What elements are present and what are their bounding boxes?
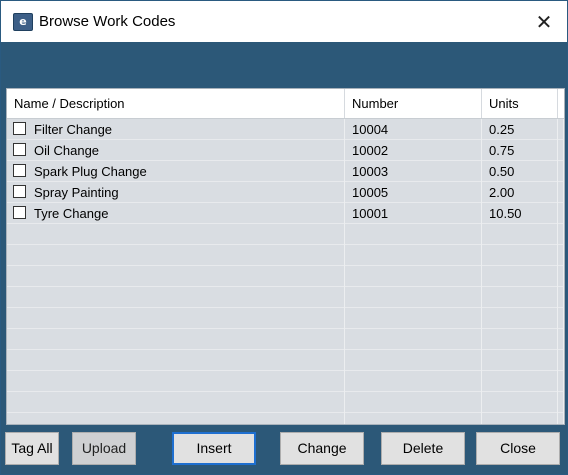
cell-name <box>7 371 345 392</box>
cell-filler <box>558 371 564 392</box>
cell-filler <box>558 245 564 266</box>
cell-name: Filter Change <box>7 119 345 140</box>
cell-number <box>345 308 482 329</box>
cell-number: 10004 <box>345 119 482 140</box>
cell-filler <box>558 140 564 161</box>
cell-filler <box>558 182 564 203</box>
cell-units: 10.50 <box>482 203 558 224</box>
empty-row <box>7 266 564 287</box>
cell-filler <box>558 203 564 224</box>
cell-number: 10003 <box>345 161 482 182</box>
cell-filler <box>558 308 564 329</box>
table-row[interactable]: Tyre Change 10001 10.50 <box>7 203 564 224</box>
cell-name <box>7 245 345 266</box>
window-title: Browse Work Codes <box>39 13 176 30</box>
cell-units: 2.00 <box>482 182 558 203</box>
cell-number <box>345 413 482 424</box>
upload-button[interactable]: Upload <box>72 432 136 465</box>
table-row[interactable]: Spray Painting 10005 2.00 <box>7 182 564 203</box>
empty-row <box>7 413 564 424</box>
cell-number <box>345 350 482 371</box>
cell-units <box>482 413 558 424</box>
delete-button[interactable]: Delete <box>381 432 465 465</box>
app-icon: e <box>13 13 33 31</box>
cell-filler <box>558 119 564 140</box>
cell-number <box>345 224 482 245</box>
empty-row <box>7 245 564 266</box>
empty-row <box>7 329 564 350</box>
cell-filler <box>558 392 564 413</box>
empty-row <box>7 308 564 329</box>
cell-name <box>7 329 345 350</box>
column-header-units[interactable]: Units <box>482 89 558 118</box>
table-row[interactable]: Spark Plug Change 10003 0.50 <box>7 161 564 182</box>
cell-units <box>482 287 558 308</box>
insert-button[interactable]: Insert <box>172 432 256 465</box>
browse-work-codes-window: e Browse Work Codes ✕ Name / Description… <box>0 0 568 475</box>
cell-number <box>345 371 482 392</box>
cell-units: 0.25 <box>482 119 558 140</box>
cell-number <box>345 392 482 413</box>
cell-number <box>345 287 482 308</box>
cell-filler <box>558 161 564 182</box>
cell-name <box>7 287 345 308</box>
close-button[interactable]: Close <box>476 432 560 465</box>
cell-units <box>482 329 558 350</box>
cell-units <box>482 266 558 287</box>
cell-number <box>345 245 482 266</box>
empty-row <box>7 392 564 413</box>
cell-name <box>7 413 345 424</box>
cell-number <box>345 266 482 287</box>
table-row[interactable]: Oil Change 10002 0.75 <box>7 140 564 161</box>
cell-units <box>482 371 558 392</box>
cell-name: Spray Painting <box>7 182 345 203</box>
cell-name <box>7 350 345 371</box>
cell-units <box>482 392 558 413</box>
cell-number: 10005 <box>345 182 482 203</box>
empty-row <box>7 287 564 308</box>
grid-header: Name / Description Number Units <box>7 89 564 119</box>
cell-units <box>482 308 558 329</box>
empty-row <box>7 350 564 371</box>
cell-filler <box>558 266 564 287</box>
cell-units <box>482 245 558 266</box>
column-header-name[interactable]: Name / Description <box>7 89 345 118</box>
cell-units: 0.50 <box>482 161 558 182</box>
cell-name <box>7 266 345 287</box>
cell-units: 0.75 <box>482 140 558 161</box>
close-icon[interactable]: ✕ <box>531 9 557 35</box>
column-header-number[interactable]: Number <box>345 89 482 118</box>
cell-name <box>7 392 345 413</box>
work-codes-grid[interactable]: Name / Description Number Units Filter C… <box>6 88 565 425</box>
title-bar: e Browse Work Codes ✕ <box>1 1 567 42</box>
cell-number: 10001 <box>345 203 482 224</box>
empty-row <box>7 371 564 392</box>
empty-row <box>7 224 564 245</box>
cell-name: Tyre Change <box>7 203 345 224</box>
cell-name <box>7 308 345 329</box>
table-row[interactable]: Filter Change 10004 0.25 <box>7 119 564 140</box>
cell-number: 10002 <box>345 140 482 161</box>
tag-all-button[interactable]: Tag All <box>5 432 59 465</box>
cell-name: Spark Plug Change <box>7 161 345 182</box>
cell-filler <box>558 287 564 308</box>
cell-number <box>345 329 482 350</box>
cell-filler <box>558 224 564 245</box>
cell-filler <box>558 350 564 371</box>
cell-name: Oil Change <box>7 140 345 161</box>
cell-filler <box>558 329 564 350</box>
change-button[interactable]: Change <box>280 432 364 465</box>
cell-units <box>482 350 558 371</box>
cell-units <box>482 224 558 245</box>
cell-name <box>7 224 345 245</box>
cell-filler <box>558 413 564 424</box>
